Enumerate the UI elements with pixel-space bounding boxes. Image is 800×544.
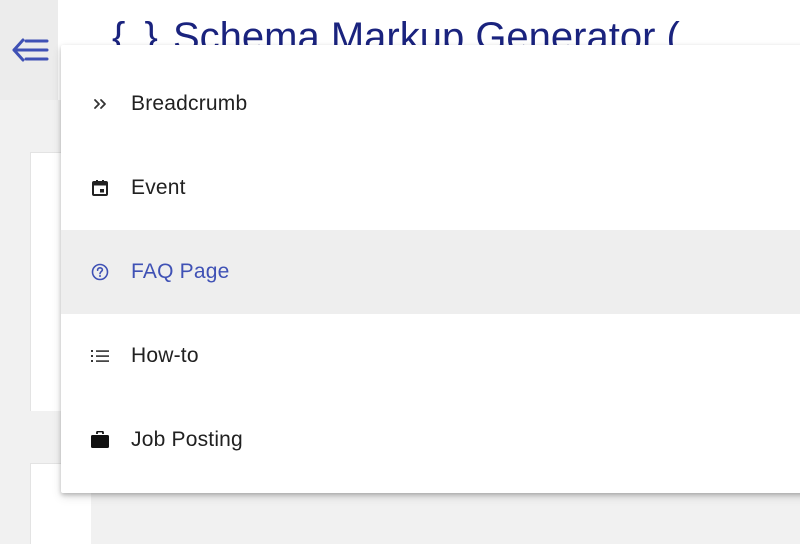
menu-item-label: Event — [131, 176, 186, 199]
title-text: Schema Markup Generator ( — [172, 15, 680, 46]
menu-item-job-posting[interactable]: Job Posting — [61, 398, 800, 482]
list-icon — [90, 346, 110, 366]
page-title: { } Schema Markup Generator ( — [112, 10, 680, 46]
menu-item-label: Job Posting — [131, 428, 243, 451]
schema-type-menu: Breadcrumb Event FAQ Page How-to Job Pos… — [61, 45, 800, 493]
title-brace: { } — [112, 15, 162, 46]
menu-toggle-button[interactable] — [0, 0, 58, 100]
double-chevron-right-icon — [90, 94, 110, 114]
calendar-icon — [90, 178, 110, 198]
menu-item-faq-page[interactable]: FAQ Page — [61, 230, 800, 314]
menu-open-icon — [9, 35, 49, 65]
menu-item-label: How-to — [131, 344, 199, 367]
help-circle-icon — [90, 262, 110, 282]
menu-item-label: FAQ Page — [131, 260, 230, 283]
menu-item-breadcrumb[interactable]: Breadcrumb — [61, 62, 800, 146]
menu-item-how-to[interactable]: How-to — [61, 314, 800, 398]
menu-item-event[interactable]: Event — [61, 146, 800, 230]
briefcase-icon — [90, 430, 110, 450]
menu-item-label: Breadcrumb — [131, 92, 248, 115]
